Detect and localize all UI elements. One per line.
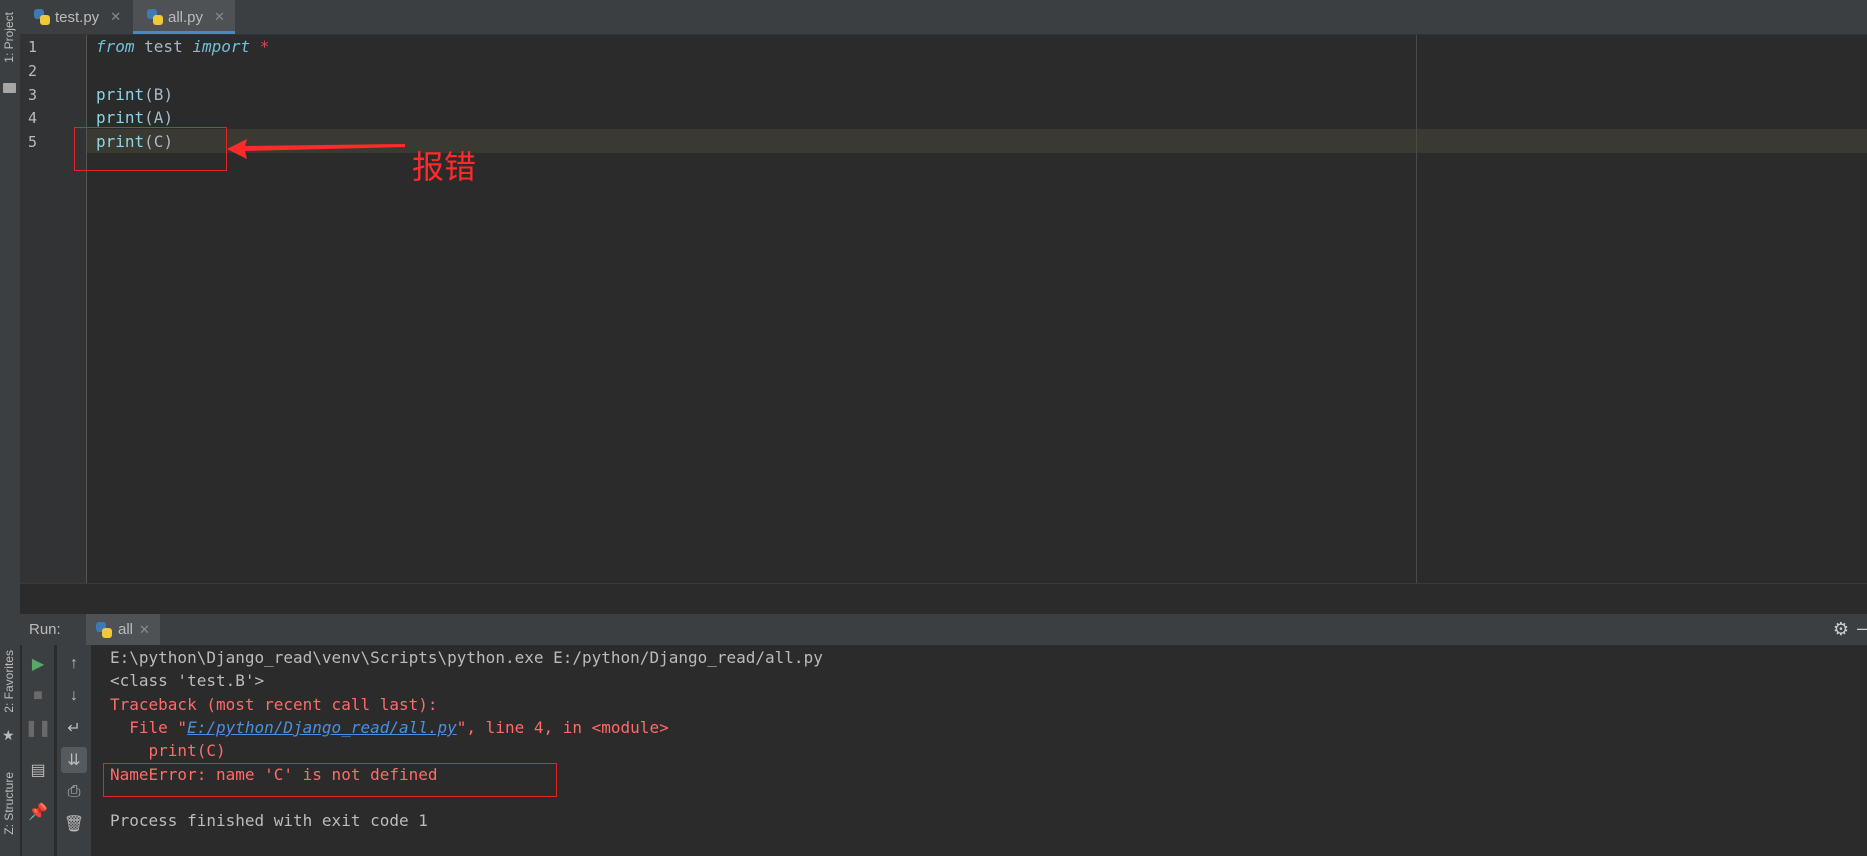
console-exit-status: Process finished with exit code 1: [110, 811, 428, 830]
console-traceback: Traceback (most recent call last):: [110, 695, 438, 714]
close-icon[interactable]: ✕: [214, 9, 225, 25]
annotation-label: 报错: [412, 148, 477, 186]
console-traceback-code: print(C): [110, 741, 226, 760]
code-editor[interactable]: 1 2 3 4 5 from test import * print(B) pr…: [20, 35, 1867, 583]
tab-label: test.py: [55, 8, 100, 26]
call-args: (B): [144, 85, 174, 104]
code-line-3: print(B): [96, 85, 173, 104]
close-icon[interactable]: ✕: [139, 622, 150, 638]
builtin-function: print: [96, 108, 145, 127]
right-margin-guide: [1416, 35, 1417, 583]
minimize-icon[interactable]: –: [1857, 618, 1867, 639]
editor-tab-bar: test.py ✕ all.py ✕: [20, 0, 1867, 35]
rerun-icon[interactable]: ▶: [25, 651, 51, 677]
run-label: Run:: [29, 621, 61, 638]
down-arrow-icon[interactable]: ↓: [61, 683, 87, 709]
run-toolbar-secondary: ↑ ↓ ↵ ⇊ ⎙ 🗑: [56, 645, 91, 856]
file-link[interactable]: E:/python/Django_read/all.py: [187, 718, 457, 737]
run-panel-header: Run: all ✕ ⚙ –: [20, 613, 1867, 645]
run-console[interactable]: E:\python\Django_read\venv\Scripts\pytho…: [91, 645, 1867, 856]
annotation-box-code: [74, 127, 227, 171]
builtin-function: print: [96, 85, 145, 104]
python-file-icon: [34, 9, 50, 25]
project-tool-button[interactable]: 1: Project: [2, 12, 16, 63]
annotation-box-console: [103, 763, 557, 797]
tab-test-py[interactable]: test.py ✕: [20, 0, 131, 34]
run-tab-label: all: [118, 621, 134, 638]
annotation-arrow: [227, 139, 405, 159]
structure-tool-button[interactable]: Z: Structure: [2, 772, 16, 835]
line-number: 1: [28, 38, 38, 56]
python-file-icon: [147, 9, 163, 25]
scroll-to-end-icon[interactable]: ⇊: [61, 747, 87, 773]
line-number: 3: [28, 86, 38, 104]
keyword: import: [192, 37, 251, 56]
run-toolbar-primary: ▶ ■ ❚❚ ▤ 📌: [22, 645, 54, 856]
console-command: E:\python\Django_read\venv\Scripts\pytho…: [110, 648, 823, 667]
print-icon[interactable]: ⎙: [61, 779, 87, 805]
line-number: 4: [28, 109, 38, 127]
module-name: test: [134, 37, 193, 56]
soft-wrap-icon[interactable]: ↵: [61, 715, 87, 741]
line-number: 2: [28, 62, 38, 80]
import-star: *: [250, 37, 270, 56]
keyword: from: [96, 37, 135, 56]
python-run-icon: [96, 621, 112, 638]
line-number: 5: [28, 133, 38, 151]
star-icon: ★: [2, 727, 15, 743]
layout-icon[interactable]: ▤: [25, 757, 51, 783]
folder-icon: [3, 83, 16, 93]
up-arrow-icon[interactable]: ↑: [61, 651, 87, 677]
stop-icon[interactable]: ■: [25, 683, 51, 709]
traceback-file-suffix: ", line 4, in <module>: [456, 718, 669, 737]
close-icon[interactable]: ✕: [110, 9, 121, 25]
run-config-tab[interactable]: all ✕: [86, 614, 160, 645]
tab-all-py[interactable]: all.py ✕: [133, 0, 235, 34]
pin-icon[interactable]: 📌: [25, 799, 51, 825]
pause-icon[interactable]: ❚❚: [25, 715, 52, 741]
traceback-file-prefix: File ": [110, 718, 188, 737]
favorites-tool-button[interactable]: 2: Favorites: [2, 650, 16, 713]
gear-icon[interactable]: ⚙: [1833, 619, 1849, 640]
tab-label: all.py: [168, 8, 204, 26]
code-line-4: print(A): [96, 108, 173, 127]
left-tool-strip: 1: Project 2: Favorites ★ Z: Structure: [0, 0, 21, 856]
code-line-1: from test import *: [96, 37, 269, 56]
trash-icon[interactable]: 🗑: [61, 811, 87, 837]
call-args: (A): [144, 108, 174, 127]
console-output: <class 'test.B'>: [110, 671, 265, 690]
editor-bottom-area: [20, 583, 1867, 614]
line-number-gutter: 1 2 3 4 5: [20, 35, 87, 583]
console-traceback-file: File "E:/python/Django_read/all.py", lin…: [110, 718, 669, 737]
